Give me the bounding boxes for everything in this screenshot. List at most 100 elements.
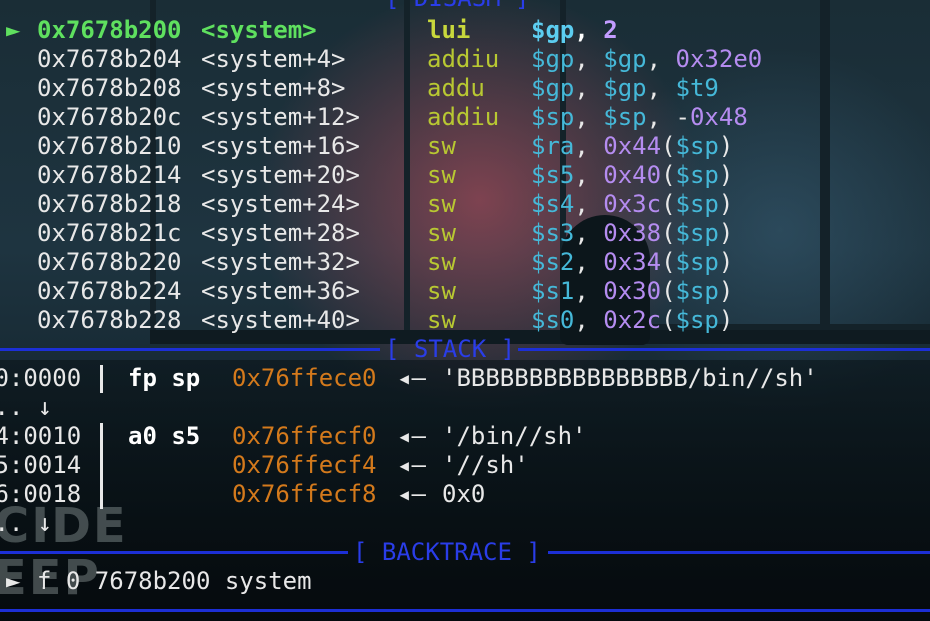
instruction-address: 0x7678b218: [37, 190, 182, 218]
operand-register: $s4: [531, 190, 575, 218]
operand-register: $s2: [531, 248, 575, 276]
instruction-operands: $gp, 2: [531, 16, 618, 45]
operand-punctuation: (: [661, 306, 676, 334]
stack-offset: 04:0010: [0, 422, 82, 450]
operand-punctuation: ,: [574, 277, 604, 305]
stack-divider: [ STACK ]: [0, 335, 930, 364]
stack-register-labels: a0 s5: [128, 422, 201, 450]
stack-offset: ... ↓: [0, 393, 53, 421]
operand-punctuation: ): [718, 190, 734, 218]
operand-punctuation: ,: [574, 74, 604, 102]
operand-punctuation: -: [675, 103, 690, 131]
stack-separator-bottom: [100, 423, 103, 509]
operand-register: $sp: [531, 103, 575, 131]
operand-immediate: 0x38: [603, 219, 662, 247]
stack-arrow: ◂—: [397, 422, 426, 450]
operand-immediate: 2: [603, 16, 618, 44]
instruction-mnemonic: sw: [427, 277, 456, 305]
operand-punctuation: ,: [574, 219, 604, 247]
disasm-header: [ DISASM ]: [385, 0, 530, 13]
instruction-mnemonic: addu: [427, 74, 485, 102]
operand-register: $sp: [675, 306, 719, 334]
instruction-operands: $sp, $sp, -0x48: [531, 103, 748, 132]
operand-immediate: 0x40: [603, 161, 662, 189]
instruction-operands: $gp, $gp, 0x32e0: [531, 45, 762, 74]
operand-register: $gp: [531, 16, 575, 44]
instruction-address: 0x7678b214: [37, 161, 182, 189]
operand-punctuation: ,: [574, 132, 604, 160]
operand-punctuation: ,: [574, 161, 604, 189]
operand-immediate: 0x3c: [603, 190, 662, 218]
stack-arrow: ◂—: [397, 451, 426, 479]
instruction-symbol: <system+36>: [201, 277, 360, 305]
current-instruction-marker: ►: [6, 16, 21, 44]
instruction-operands: $s5, 0x40($sp): [531, 161, 733, 190]
instruction-mnemonic: sw: [427, 132, 456, 160]
instruction-mnemonic: sw: [427, 248, 456, 276]
instruction-mnemonic: sw: [427, 161, 456, 189]
instruction-address: 0x7678b21c: [37, 219, 182, 247]
operand-register: $gp: [531, 74, 575, 102]
instruction-operands: $s2, 0x34($sp): [531, 248, 733, 277]
instruction-operands: $s3, 0x38($sp): [531, 219, 733, 248]
stack-offset: 06:0018: [0, 480, 82, 508]
stack-header: [ STACK ]: [385, 335, 516, 363]
stack-separator-top: [100, 365, 103, 393]
instruction-address: 0x7678b228: [37, 306, 182, 334]
instruction-address: 0x7678b20c: [37, 103, 182, 131]
instruction-symbol: <system+24>: [201, 190, 360, 218]
instruction-symbol: <system+28>: [201, 219, 360, 247]
instruction-mnemonic: lui: [427, 16, 471, 44]
instruction-operands: $s4, 0x3c($sp): [531, 190, 733, 219]
operand-punctuation: ): [718, 219, 734, 247]
disasm-divider: [ DISASM ]: [0, 0, 930, 13]
operand-register: $gp: [603, 74, 647, 102]
stack-value: '/bin//sh': [442, 422, 587, 450]
operand-register: $sp: [675, 219, 719, 247]
operand-immediate: 0x34: [603, 248, 662, 276]
instruction-symbol: <system>: [201, 16, 317, 44]
operand-register: $s0: [531, 306, 575, 334]
operand-register: $s5: [531, 161, 575, 189]
instruction-address: 0x7678b204: [37, 45, 182, 73]
operand-register: $gp: [603, 45, 647, 73]
instruction-mnemonic: addiu: [427, 45, 500, 73]
operand-register: $t9: [675, 74, 719, 102]
stack-offset: 00:0000: [0, 364, 82, 392]
backtrace-frame-marker: ►: [6, 567, 21, 595]
terminal-window[interactable]: CIDE EEP [ DISASM ] ►0x7678b200<system>l…: [0, 0, 930, 621]
backtrace-header: [ BACKTRACE ]: [353, 538, 541, 566]
operand-punctuation: ,: [574, 103, 604, 131]
instruction-address: 0x7678b220: [37, 248, 182, 276]
operand-register: $sp: [675, 161, 719, 189]
instruction-operands: $gp, $gp, $t9: [531, 74, 719, 103]
operand-punctuation: (: [661, 132, 676, 160]
instruction-symbol: <system+4>: [201, 45, 346, 73]
instruction-symbol: <system+32>: [201, 248, 360, 276]
operand-punctuation: (: [661, 161, 676, 189]
stack-arrow: ◂—: [397, 480, 426, 508]
stack-value: 0x0: [442, 480, 486, 508]
instruction-operands: $s1, 0x30($sp): [531, 277, 733, 306]
operand-punctuation: ,: [646, 74, 676, 102]
operand-punctuation: ,: [646, 103, 676, 131]
operand-register: $sp: [603, 103, 647, 131]
operand-register: $sp: [675, 248, 719, 276]
instruction-mnemonic: sw: [427, 306, 456, 334]
instruction-symbol: <system+40>: [201, 306, 360, 334]
backtrace-divider: [ BACKTRACE ]: [0, 538, 930, 567]
backtrace-frame-text: f 0 7678b200 system: [37, 567, 312, 595]
instruction-mnemonic: addiu: [427, 103, 500, 131]
operand-register: $ra: [531, 132, 575, 160]
operand-punctuation: ,: [574, 45, 604, 73]
operand-immediate: 0x48: [689, 103, 748, 131]
background-window-far: [820, 0, 930, 330]
operand-immediate: 0x44: [603, 132, 662, 160]
instruction-mnemonic: sw: [427, 190, 456, 218]
operand-register: $s1: [531, 277, 575, 305]
operand-immediate: 0x30: [603, 277, 662, 305]
operand-punctuation: ): [718, 161, 734, 189]
operand-punctuation: ,: [574, 16, 604, 44]
instruction-operands: $ra, 0x44($sp): [531, 132, 733, 161]
instruction-mnemonic: sw: [427, 219, 456, 247]
